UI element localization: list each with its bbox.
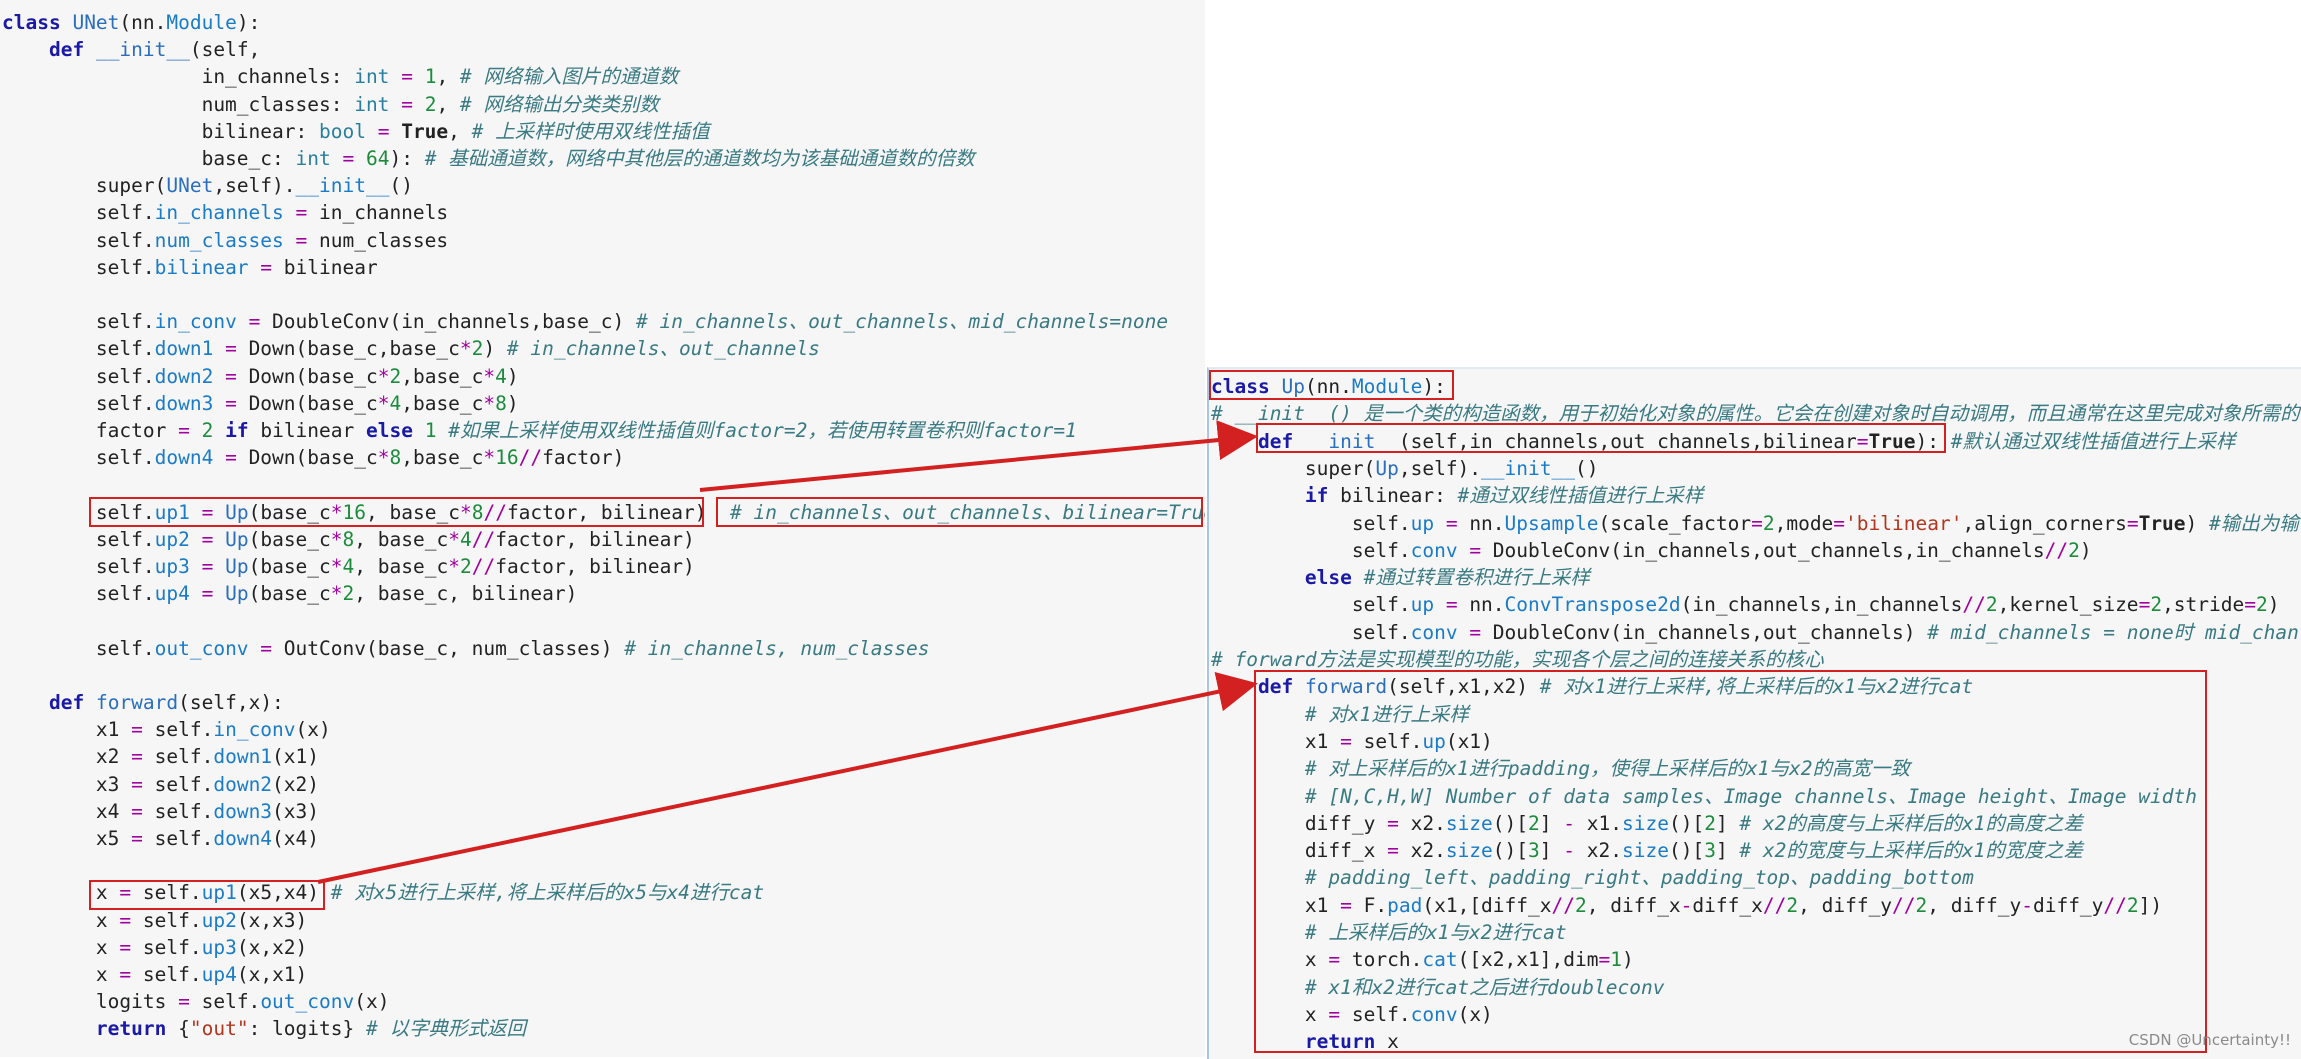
csdn-watermark: CSDN @Uncertainty!! [2128,1031,2291,1049]
connector-arrows [317,420,1258,884]
arrow-forward-to-up-forward [317,672,1258,884]
arrow-up1-to-init [699,420,1258,492]
